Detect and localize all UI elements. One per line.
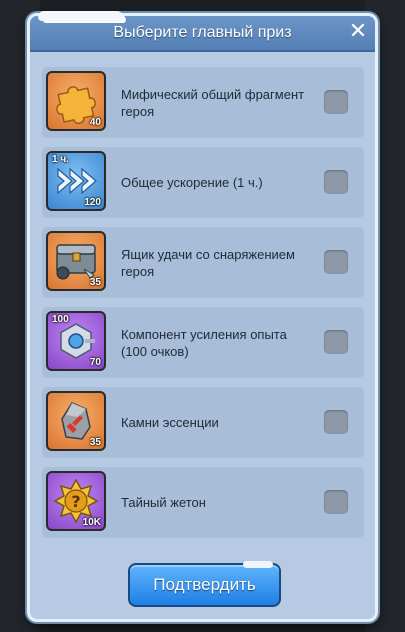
prize-label: Камни эссенции	[121, 415, 219, 430]
prize-row-speedup[interactable]: 1 ч. 120 Общее ускорение (1 ч.)	[42, 147, 364, 218]
item-icon-frame: 35	[46, 391, 106, 451]
prize-label: Общее ускорение (1 ч.)	[121, 175, 263, 190]
prize-row-hero-fragment[interactable]: 40 Мифический общий фрагмент героя	[42, 67, 364, 138]
prize-checkbox[interactable]	[324, 90, 348, 114]
prize-checkbox[interactable]	[324, 250, 348, 274]
prize-checkbox[interactable]	[324, 170, 348, 194]
prize-row-gear-chest[interactable]: 35 Ящик удачи со снаряжением героя	[42, 227, 364, 298]
item-icon-frame: 35	[46, 231, 106, 291]
item-quantity: 35	[89, 437, 101, 448]
item-quantity: 120	[84, 197, 101, 208]
prize-list: 40 Мифический общий фрагмент героя 1 ч. …	[42, 67, 364, 547]
item-quantity: 10K	[82, 517, 101, 528]
item-icon-frame: 1 ч. 120	[46, 151, 106, 211]
prize-row-mystery-token[interactable]: ? 10K Тайный жетон	[42, 467, 364, 538]
prize-label: Компонент усиления опыта (100 очков)	[121, 326, 287, 359]
confirm-button-label: Подтвердить	[153, 575, 256, 594]
prize-checkbox[interactable]	[324, 410, 348, 434]
dialog-header: Выберите главный приз ✕	[30, 11, 375, 52]
snow-decoration	[38, 11, 123, 21]
prize-label: Мифический общий фрагмент героя	[121, 86, 305, 119]
prize-row-exp-component[interactable]: 100 70 Компонент усиления опыта (100 очк…	[42, 307, 364, 378]
dialog-title: Выберите главный приз	[113, 24, 292, 41]
item-quantity: 35	[89, 277, 101, 288]
prize-dialog: Выберите главный приз ✕ 40 Мифический об…	[27, 11, 378, 622]
prize-row-essence-stones[interactable]: 35 Камни эссенции	[42, 387, 364, 458]
snow-decoration	[243, 561, 273, 568]
item-top-label: 100	[52, 314, 69, 325]
item-top-label: 1 ч.	[52, 154, 69, 165]
prize-label: Тайный жетон	[121, 495, 206, 510]
confirm-button[interactable]: Подтвердить	[128, 561, 281, 607]
prize-checkbox[interactable]	[324, 330, 348, 354]
close-icon[interactable]: ✕	[347, 21, 369, 43]
item-icon-frame: 100 70	[46, 311, 106, 371]
prize-label: Ящик удачи со снаряжением героя	[121, 246, 295, 279]
item-icon-frame: ? 10K	[46, 471, 106, 531]
prize-checkbox[interactable]	[324, 490, 348, 514]
item-icon-frame: 40	[46, 71, 106, 131]
item-quantity: 40	[89, 117, 101, 128]
svg-text:?: ?	[71, 492, 80, 511]
item-quantity: 70	[89, 357, 101, 368]
